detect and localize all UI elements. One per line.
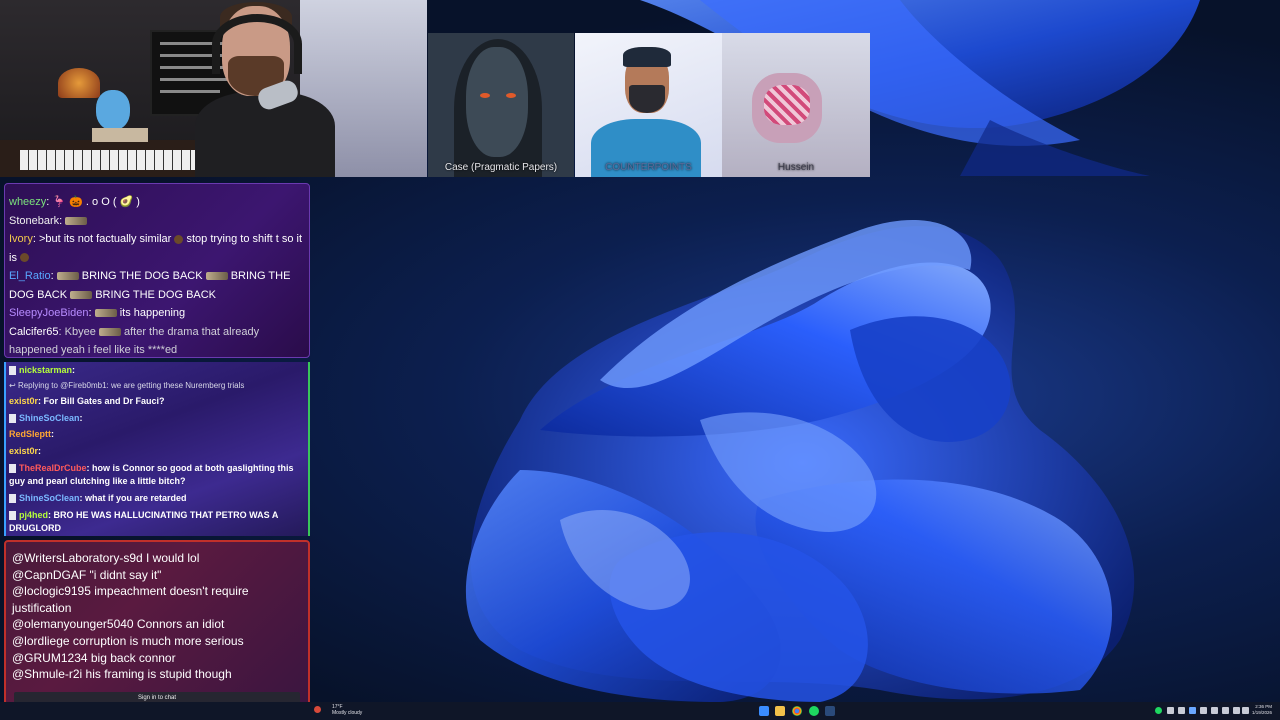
chat-text: >but its not factually similar — [38, 233, 172, 245]
chat-message: SleepyJoeBiden: its happening — [9, 307, 186, 319]
keyboard-piano — [20, 150, 210, 170]
network-icon[interactable] — [1233, 707, 1240, 714]
chat-username: ShineSoClean — [19, 492, 80, 503]
reply-text: Replying to @Fireb0mb1: we are getting t… — [17, 380, 245, 390]
emote-icon — [70, 290, 93, 299]
chat-text: BRING THE DOG BACK — [95, 288, 217, 301]
guest-video-3: Hussein — [722, 33, 870, 177]
chat-message: @CapnDGAF "i didnt say it" — [12, 567, 162, 582]
lamp-icon — [58, 68, 100, 98]
chat-username: SleepyJoeBiden — [9, 307, 89, 319]
weather-icon — [314, 706, 321, 713]
chat-text: what if you are retarded — [85, 492, 187, 503]
chat-message: @Shmule-r2i his framing is stupid though — [12, 667, 232, 682]
badge-icon — [9, 413, 16, 423]
youtube-chat-overlay: @WritersLaboratory-s9d I would lol @Capn… — [4, 540, 310, 714]
volume-icon[interactable] — [1242, 707, 1249, 714]
weather-widget[interactable]: 17°F Mostly cloudy — [314, 704, 363, 716]
tray-app-icon[interactable] — [1178, 707, 1185, 714]
emote-icon — [20, 253, 30, 263]
chat-reply: ↩ Replying to @Fireb0mb1: we are getting… — [9, 380, 245, 390]
chevron-up-icon[interactable] — [1222, 707, 1229, 714]
taskbar-clock[interactable]: 2:36 PM 1/19/2026 — [1252, 704, 1272, 716]
plush-toy — [96, 90, 130, 130]
chat-message: RedSleptt: — [9, 429, 55, 440]
chat-username: El_Ratio — [9, 270, 51, 282]
steam-icon[interactable] — [825, 706, 835, 716]
chat-message: @lordliege corruption is much more serio… — [12, 633, 244, 648]
chat-username: ShineSoClean — [19, 412, 80, 423]
chat-message: exist0r: For Bill Gates and Dr Fauci? — [9, 395, 165, 406]
chat-username: exist0r — [9, 395, 39, 406]
chat-text: BRO HE WAS HALLUCINATING THAT PETRO WAS … — [9, 509, 279, 533]
badge-icon — [9, 366, 16, 376]
chrome-icon[interactable] — [792, 706, 802, 716]
emote-icon — [94, 309, 117, 318]
chat-message: @WritersLaboratory-s9d I would lol — [12, 551, 200, 565]
chat-message: El_Ratio: BRING THE DOG BACK BRING THE D… — [9, 270, 291, 301]
chat-username: Calcifer65 — [9, 325, 59, 338]
emote-icon — [65, 216, 88, 225]
spotify-icon[interactable] — [809, 706, 819, 716]
chat-text: its happening — [119, 307, 186, 319]
chat-message: Stonebark: — [5, 212, 309, 231]
chat-message: @loclogic9195 impeachment doesn't requir… — [12, 584, 249, 615]
tray-app-icon[interactable] — [1189, 707, 1196, 714]
clock-date: 1/19/2026 — [1252, 710, 1273, 715]
chat-username: TheRealDrCube — [19, 462, 87, 473]
weather-desc: Mostly cloudy — [332, 710, 363, 716]
emote-icon — [205, 272, 228, 281]
guest-label: COUNTERPOINTS — [605, 162, 692, 173]
chat-message: ShineSoClean: what if you are retarded — [6, 490, 308, 507]
chat-message: Calcifer65: Kbyee after the drama that a… — [9, 325, 260, 357]
windows-taskbar: 17°F Mostly cloudy 2:36 PM 1/19/2026 — [0, 702, 1280, 720]
chat-message: TheRealDrCube: how is Connor so good at … — [9, 462, 294, 486]
guest-label: Hussein — [777, 162, 815, 173]
badge-icon — [9, 464, 16, 474]
chat-text: BRING THE DOG BACK — [81, 270, 203, 282]
chat-text: 🦩 🎃 . o O ( 🥑 ) — [52, 196, 140, 208]
twitch-chat-overlay: wheezy: 🦩 🎃 . o O ( 🥑 ) Stonebark: Ivory… — [4, 183, 310, 358]
tray-app-icon[interactable] — [1211, 707, 1218, 714]
emote-icon — [98, 327, 121, 336]
chat-message: pj4hed: BRO HE WAS HALLUCINATING THAT PE… — [9, 509, 279, 533]
headset-icon — [212, 14, 302, 74]
file-explorer-icon[interactable] — [775, 706, 785, 716]
badge-icon — [9, 494, 16, 504]
tray-spotify-icon[interactable] — [1155, 707, 1162, 714]
emote-icon — [56, 272, 79, 281]
chat-username: Ivory — [9, 233, 33, 245]
guest-label: Case (Pragmatic Papers) — [444, 162, 558, 173]
chat-username: Stonebark — [9, 214, 60, 227]
chat-username: exist0r — [9, 446, 39, 457]
emote-icon — [174, 234, 184, 244]
chat-message: @olemanyounger5040 Connors an idiot — [12, 617, 225, 632]
chat-message: ShineSoClean: — [6, 410, 308, 427]
chat-username: RedSleptt — [9, 429, 52, 440]
chat-username: nickstarman — [19, 365, 73, 375]
chat-username: pj4hed — [19, 509, 49, 520]
chat-text: For Bill Gates and Dr Fauci? — [43, 395, 165, 406]
chat-message: wheezy: 🦩 🎃 . o O ( 🥑 ) — [9, 196, 140, 208]
chat-username: wheezy — [9, 196, 47, 208]
chat-message: Ivory: >but its not factually similar st… — [9, 233, 303, 264]
badge-icon — [9, 510, 16, 520]
streamer-webcam — [0, 0, 427, 177]
guest-video-1: Case (Pragmatic Papers) — [428, 33, 574, 177]
guest-video-2: COUNTERPOINTS — [575, 33, 722, 177]
tray-app-icon[interactable] — [1200, 707, 1207, 714]
chat-text: Kbyee — [64, 325, 96, 338]
desktop: Case (Pragmatic Papers) COUNTERPOINTS Hu… — [0, 0, 1280, 720]
kick-chat-overlay: nickstarman: ↩ Replying to @Fireb0mb1: w… — [4, 362, 310, 536]
chat-message: @GRUM1234 big back connor — [12, 650, 176, 665]
start-icon[interactable] — [759, 706, 769, 716]
chat-message: nickstarman: — [6, 362, 308, 379]
tray-app-icon[interactable] — [1167, 707, 1174, 714]
chat-message: exist0r: — [9, 446, 42, 457]
